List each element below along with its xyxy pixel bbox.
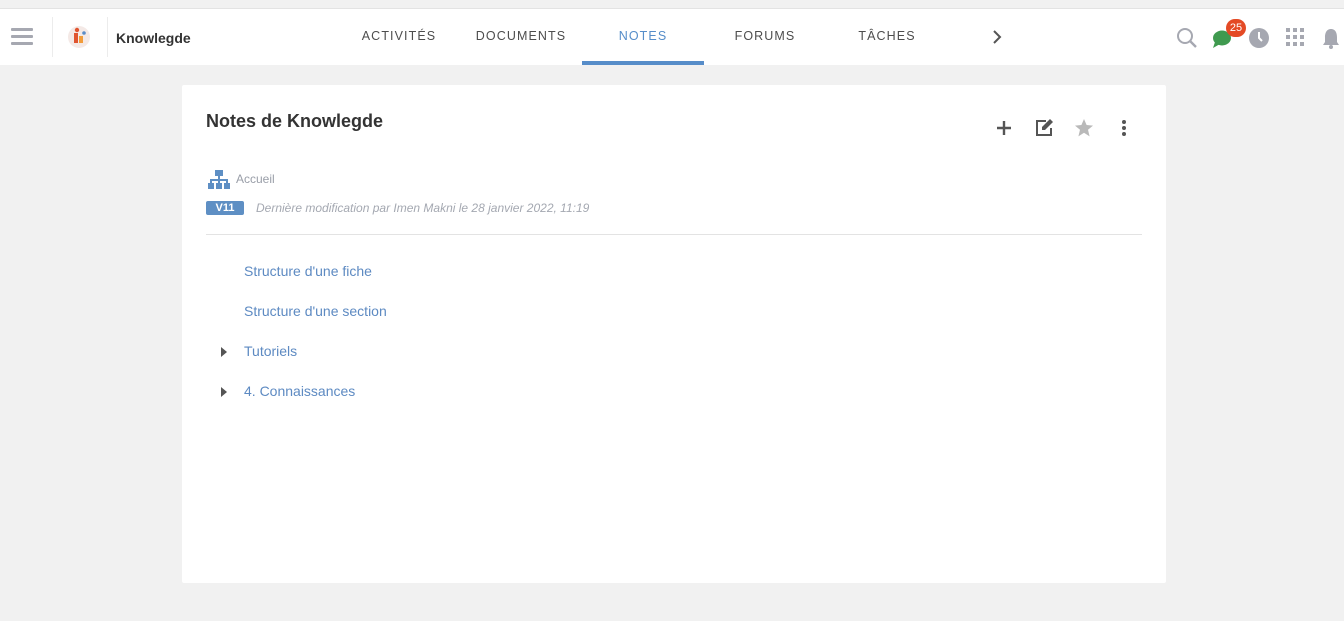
page-title: Notes de Knowlegde <box>206 111 384 131</box>
tab-forums[interactable]: FORUMS <box>704 9 826 65</box>
divider <box>107 17 108 57</box>
top-strip <box>0 0 1344 8</box>
add-icon[interactable] <box>995 119 1013 137</box>
chat-badge[interactable]: 25 <box>1226 19 1246 37</box>
version-badge[interactable]: V11 <box>206 201 244 215</box>
tree-item-label[interactable]: Structure d'une fiche <box>244 263 372 279</box>
last-modified-text: Dernière modification par Imen Makni le … <box>256 201 590 215</box>
space-name[interactable]: Knowlegde <box>116 30 191 46</box>
chevron-right-icon[interactable] <box>989 29 1005 45</box>
edit-icon[interactable] <box>1034 119 1054 137</box>
star-icon[interactable] <box>1074 119 1094 137</box>
caret-right-icon[interactable] <box>220 387 228 397</box>
caret-right-icon[interactable] <box>220 347 228 357</box>
more-vertical-icon[interactable] <box>1120 119 1128 137</box>
tab-taches[interactable]: TÂCHES <box>826 9 948 65</box>
divider <box>206 234 1142 235</box>
divider <box>52 17 53 57</box>
tab-documents[interactable]: DOCUMENTS <box>461 9 581 65</box>
apps-grid-icon[interactable] <box>1286 28 1304 46</box>
breadcrumb[interactable]: Accueil <box>236 172 275 186</box>
notes-card: Notes de Knowlegde Accueil V11 Dernière … <box>182 85 1166 583</box>
tree-item-label[interactable]: Tutoriels <box>244 343 297 359</box>
tree-item-label[interactable]: Structure d'une section <box>244 303 387 319</box>
note-tree-icon[interactable] <box>208 170 230 190</box>
tab-activites[interactable]: ACTIVITÉS <box>337 9 461 65</box>
menu-icon[interactable] <box>11 28 33 46</box>
top-navigation-bar: Knowlegde ACTIVITÉS DOCUMENTS NOTES FORU… <box>0 8 1344 65</box>
clock-icon[interactable] <box>1248 27 1270 49</box>
space-logo[interactable] <box>66 25 92 49</box>
tree-item-label[interactable]: 4. Connaissances <box>244 383 355 399</box>
tab-notes[interactable]: NOTES <box>582 9 704 65</box>
search-icon[interactable] <box>1176 27 1198 49</box>
bell-icon[interactable] <box>1322 27 1340 49</box>
